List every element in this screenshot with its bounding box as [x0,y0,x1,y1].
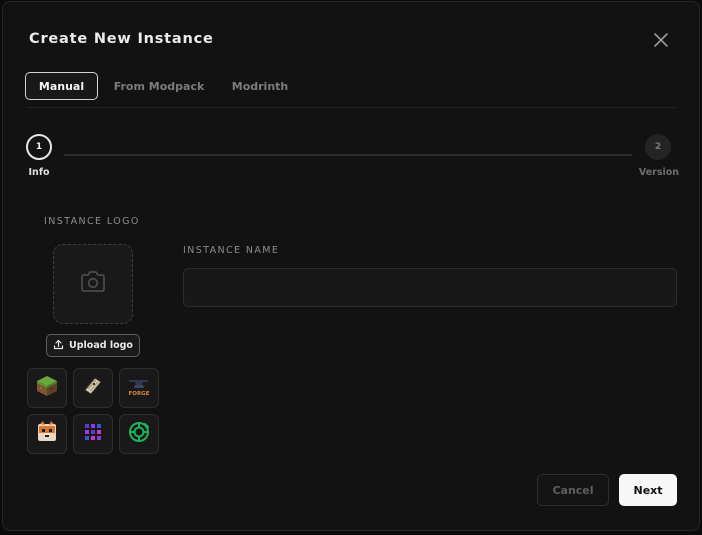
fabric-icon [81,374,105,402]
dialog-title: Create New Instance [29,31,214,47]
preset-forge[interactable]: FORGE [119,368,159,408]
camera-icon [79,270,107,298]
tab-modrinth[interactable]: Modrinth [220,72,300,100]
instance-name-label: INSTANCE NAME [183,245,280,256]
cancel-button[interactable]: Cancel [537,474,609,506]
upload-icon [53,339,64,353]
tab-manual[interactable]: Manual [25,72,98,100]
tab-bar: Manual From Modpack Modrinth [25,72,300,100]
step-1-label: Info [28,167,50,178]
preset-fabric[interactable] [73,368,113,408]
tab-from-modpack[interactable]: From Modpack [98,72,220,100]
stepper-track [64,154,632,156]
logo-dropzone[interactable] [53,244,133,324]
instance-logo-label: INSTANCE LOGO [44,216,140,227]
fox-icon [35,420,59,448]
close-icon[interactable] [651,30,671,50]
forge-icon: FORGE [125,374,153,402]
preset-fox[interactable] [27,414,67,454]
header-divider [26,107,676,108]
upload-logo-button[interactable]: Upload logo [46,334,140,357]
step-1-indicator: 1 [26,134,52,160]
grass-block-icon [35,374,59,402]
preset-purple-grid[interactable] [73,414,113,454]
step-2-indicator: 2 [645,134,671,160]
preset-logo-grid: FORGE [27,368,159,454]
step-2-label: Version [638,167,680,178]
preset-grass-block[interactable] [27,368,67,408]
instance-name-input[interactable] [183,268,677,307]
preset-green-gear[interactable] [119,414,159,454]
upload-logo-label: Upload logo [69,340,133,351]
next-button[interactable]: Next [619,474,677,506]
green-gear-icon [127,420,151,448]
purple-grid-icon [82,421,104,447]
forge-logo-text: FORGE [129,391,150,397]
